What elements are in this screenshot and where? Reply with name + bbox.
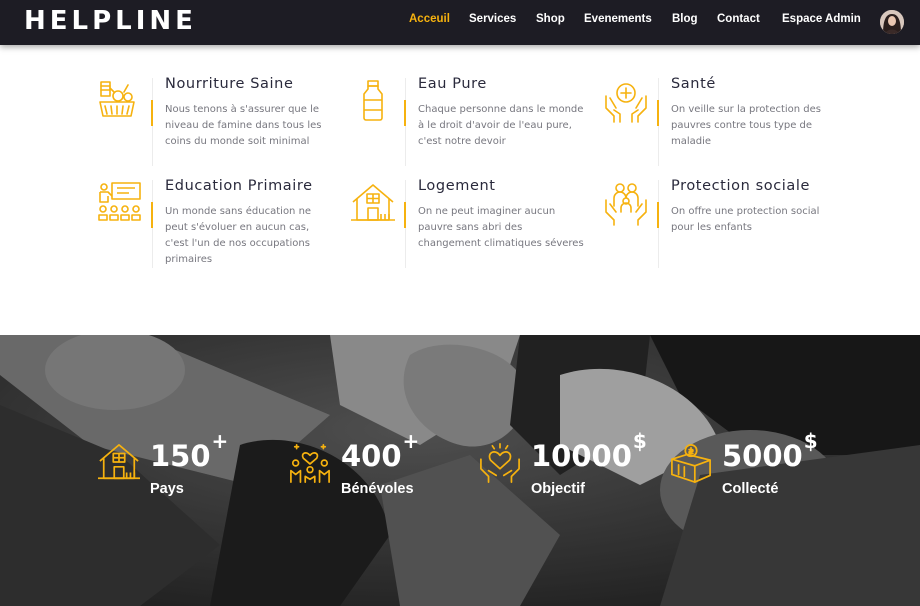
nav-services[interactable]: Services [469,13,516,25]
stat-objectif: 10000$ Objectif [479,429,659,502]
service-description: Un monde sans éducation ne peut s'évolue… [165,206,312,265]
service-accent-bar [657,100,659,126]
food-basket-icon [99,81,135,117]
service-accent-bar [151,202,153,228]
service-accent-bar [657,202,659,228]
house-icon [351,184,395,221]
water-bottle-icon [363,80,383,121]
brand-logo[interactable]: HELPLINE [24,6,197,36]
service-description: On veille sur la protection des pauvres … [671,104,822,147]
service-logement: Logement On ne peut imaginer aucun pauvr… [351,178,601,278]
stat-collecte: 5000$ Collecté [670,429,850,502]
stat-benevoles: 400+ Bénévoles [289,429,449,502]
service-protection-sociale: Protection sociale On offre une protecti… [604,178,854,278]
stat-suffix: $ [803,429,818,453]
nav-blog[interactable]: Blog [672,13,698,25]
service-sante: Santé On veille sur la protection des pa… [604,76,854,176]
stat-label: Pays [150,481,184,497]
stat-pays: 150+ Pays [98,429,258,502]
service-description: On ne peut imaginer aucun pauvre sans ab… [418,206,584,249]
nav-contact[interactable]: Contact [717,13,760,25]
volunteers-icon [290,444,330,483]
nav-acceuil[interactable]: Acceuil [409,13,450,25]
service-education-primaire: Education Primaire Un monde sans éducati… [98,178,348,278]
service-description: On offre une protection social pour les … [671,206,820,233]
heart-hands-icon [480,443,520,483]
stat-suffix: $ [632,429,647,453]
stat-number: 5000$ [722,429,818,473]
classroom-icon [98,182,141,221]
service-accent-bar [404,100,406,126]
stat-suffix: + [211,429,229,453]
service-title: Eau Pure [418,76,487,92]
service-accent-bar [151,100,153,126]
stat-number: 150+ [150,429,229,473]
top-navbar: HELPLINE Acceuil Services Shop Evenement… [0,0,920,45]
service-title: Education Primaire [165,178,313,194]
service-description: Chaque personne dans le monde à le droit… [418,104,584,147]
stat-suffix: + [402,429,420,453]
nav-evenements[interactable]: Evenements [584,13,652,25]
stat-number: 10000$ [531,429,647,473]
service-title: Nourriture Saine [165,76,294,92]
service-title: Santé [671,76,716,92]
stat-number: 400+ [341,429,420,473]
nav-espace-admin[interactable]: Espace Admin [782,13,861,25]
health-hands-icon [605,83,647,123]
stat-label: Objectif [531,481,585,497]
stat-label: Collecté [722,481,779,497]
stat-label: Bénévoles [341,481,414,497]
donation-box-icon [671,444,711,483]
avatar[interactable] [880,10,904,34]
service-accent-bar [404,202,406,228]
service-description: Nous tenons à s'assurer que le niveau de… [165,104,322,147]
nav-shop[interactable]: Shop [536,13,565,25]
service-nourriture-saine: Nourriture Saine Nous tenons à s'assurer… [98,76,348,176]
family-hands-icon [605,183,647,226]
service-title: Protection sociale [671,178,811,194]
house-icon [98,444,140,480]
service-title: Logement [418,178,496,194]
service-eau-pure: Eau Pure Chaque personne dans le monde à… [351,76,601,176]
